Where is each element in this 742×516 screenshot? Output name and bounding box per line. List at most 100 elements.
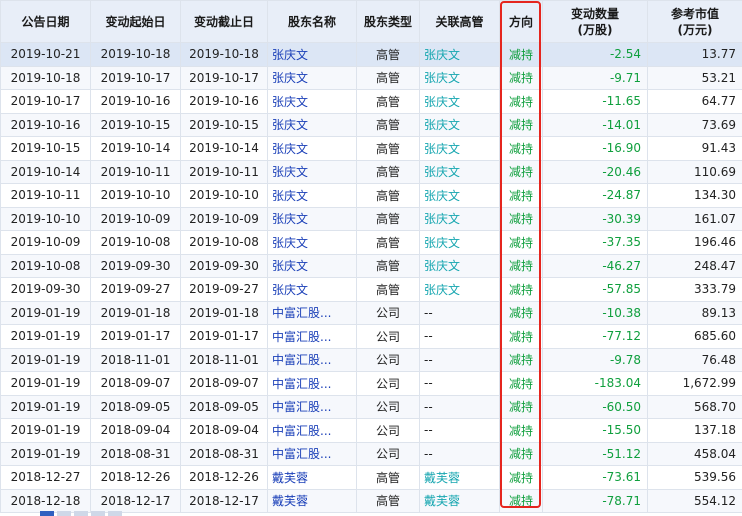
cell-related-exec[interactable]: 戴芙蓉 <box>419 465 500 490</box>
cell-announce-date: 2019-10-08 <box>0 253 91 278</box>
cell-holder-name-link[interactable]: 戴芙蓉 <box>267 465 357 490</box>
cell-related-exec[interactable]: 张庆文 <box>419 206 500 231</box>
header-change-qty-label: 变动数量 <box>570 6 619 21</box>
cell-holder-name-link[interactable]: 戴芙蓉 <box>267 488 357 513</box>
cell-related-exec[interactable]: 张庆文 <box>419 65 500 90</box>
cell-change-qty: -24.87 <box>542 183 648 208</box>
table-row[interactable]: 2019-01-19 2018-09-04 2018-09-04 中富汇股... 公司 -… <box>0 418 742 443</box>
cell-end-date: 2018-11-01 <box>180 347 268 372</box>
table-row[interactable]: 2019-10-08 2019-09-30 2019-09-30 张庆文 高管 张庆文 减持… <box>0 253 742 278</box>
table-row[interactable]: 2019-10-14 2019-10-11 2019-10-11 张庆文 高管 张庆文 减持… <box>0 159 742 184</box>
table-row[interactable]: 2018-12-27 2018-12-26 2018-12-26 戴芙蓉 高管 戴芙蓉 减持… <box>0 465 742 490</box>
cell-holder-name-link[interactable]: 张庆文 <box>267 42 357 67</box>
header-end-date[interactable]: 变动截止日 <box>180 0 268 43</box>
cell-start-date: 2019-10-15 <box>90 112 181 137</box>
cell-change-qty: -60.50 <box>542 394 648 419</box>
cell-holder-name-link[interactable]: 张庆文 <box>267 277 357 302</box>
cell-holder-name-link[interactable]: 中富汇股... <box>267 371 357 396</box>
cell-holder-name-link[interactable]: 中富汇股... <box>267 324 357 349</box>
cell-related-exec[interactable]: 张庆文 <box>419 89 500 114</box>
table-row[interactable]: 2019-10-11 2019-10-10 2019-10-10 张庆文 高管 张庆文 减持… <box>0 183 742 208</box>
table-row[interactable]: 2019-10-10 2019-10-09 2019-10-09 张庆文 高管 张庆文 减持… <box>0 206 742 231</box>
cell-direction: 减持 <box>499 183 543 208</box>
cell-direction: 减持 <box>499 371 543 396</box>
cell-direction: 减持 <box>499 206 543 231</box>
cell-related-exec[interactable]: 张庆文 <box>419 277 500 302</box>
cell-related-exec[interactable]: 张庆文 <box>419 42 500 67</box>
table-row[interactable]: 2018-12-18 2018-12-17 2018-12-17 戴芙蓉 高管 戴芙蓉 减持… <box>0 488 742 513</box>
header-announce-date[interactable]: 公告日期 <box>0 0 91 43</box>
header-holder-type[interactable]: 股东类型 <box>356 0 420 43</box>
table-row[interactable]: 2019-10-16 2019-10-15 2019-10-15 张庆文 高管 张庆文 减持… <box>0 112 742 137</box>
table-row[interactable]: 2019-01-19 2019-01-18 2019-01-18 中富汇股... 公司 -… <box>0 300 742 325</box>
cell-ref-value: 458.04 <box>647 441 742 466</box>
header-direction[interactable]: 方向 <box>499 0 543 43</box>
table-row[interactable]: 2019-10-18 2019-10-17 2019-10-17 张庆文 高管 张庆文 减持… <box>0 65 742 90</box>
table-row[interactable]: 2019-10-15 2019-10-14 2019-10-14 张庆文 高管 张庆文 减持… <box>0 136 742 161</box>
cell-holder-name-link[interactable]: 中富汇股... <box>267 300 357 325</box>
cell-related-exec[interactable]: 张庆文 <box>419 136 500 161</box>
cell-start-date: 2019-09-30 <box>90 253 181 278</box>
page-button[interactable] <box>57 511 71 516</box>
table-row[interactable]: 2019-01-19 2018-09-07 2018-09-07 中富汇股... 公司 -… <box>0 371 742 396</box>
cell-related-exec[interactable]: 张庆文 <box>419 253 500 278</box>
table-row[interactable]: 2019-01-19 2018-08-31 2018-08-31 中富汇股... 公司 -… <box>0 441 742 466</box>
cell-start-date: 2019-10-09 <box>90 206 181 231</box>
cell-related-exec[interactable]: 张庆文 <box>419 112 500 137</box>
cell-holder-name-link[interactable]: 中富汇股... <box>267 441 357 466</box>
cell-holder-name-link[interactable]: 中富汇股... <box>267 418 357 443</box>
cell-holder-name-link[interactable]: 张庆文 <box>267 206 357 231</box>
page-button[interactable] <box>74 511 88 516</box>
header-related-exec[interactable]: 关联高管 <box>419 0 500 43</box>
header-start-date[interactable]: 变动起始日 <box>90 0 181 43</box>
cell-holder-name-link[interactable]: 中富汇股... <box>267 347 357 372</box>
cell-holder-name-link[interactable]: 中富汇股... <box>267 394 357 419</box>
cell-holder-name-link[interactable]: 张庆文 <box>267 230 357 255</box>
cell-holder-name-link[interactable]: 张庆文 <box>267 89 357 114</box>
cell-holder-type: 公司 <box>356 324 420 349</box>
cell-end-date: 2019-10-16 <box>180 89 268 114</box>
cell-direction: 减持 <box>499 65 543 90</box>
cell-holder-name-link[interactable]: 张庆文 <box>267 253 357 278</box>
cell-holder-type: 高管 <box>356 42 420 67</box>
header-holder-name[interactable]: 股东名称 <box>267 0 357 43</box>
cell-related-exec[interactable]: 张庆文 <box>419 159 500 184</box>
cell-announce-date: 2019-10-17 <box>0 89 91 114</box>
page-button[interactable] <box>40 511 54 516</box>
cell-ref-value: 73.69 <box>647 112 742 137</box>
table-row[interactable]: 2019-10-21 2019-10-18 2019-10-18 张庆文 高管 张庆文 减持… <box>0 42 742 67</box>
pagination <box>40 511 122 516</box>
cell-ref-value: 13.77 <box>647 42 742 67</box>
cell-holder-name-link[interactable]: 张庆文 <box>267 136 357 161</box>
cell-ref-value: 137.18 <box>647 418 742 443</box>
cell-holder-name-link[interactable]: 张庆文 <box>267 112 357 137</box>
cell-announce-date: 2019-10-21 <box>0 42 91 67</box>
table-row[interactable]: 2019-01-19 2018-11-01 2018-11-01 中富汇股... 公司 -… <box>0 347 742 372</box>
table-row[interactable]: 2019-09-30 2019-09-27 2019-09-27 张庆文 高管 张庆文 减持… <box>0 277 742 302</box>
cell-holder-type: 高管 <box>356 65 420 90</box>
cell-end-date: 2018-09-04 <box>180 418 268 443</box>
cell-related-exec[interactable]: 张庆文 <box>419 183 500 208</box>
cell-start-date: 2019-10-16 <box>90 89 181 114</box>
cell-direction: 减持 <box>499 253 543 278</box>
table-row[interactable]: 2019-10-09 2019-10-08 2019-10-08 张庆文 高管 张庆文 减持… <box>0 230 742 255</box>
cell-holder-type: 公司 <box>356 347 420 372</box>
cell-related-exec[interactable]: 戴芙蓉 <box>419 488 500 513</box>
cell-end-date: 2019-10-17 <box>180 65 268 90</box>
cell-holder-type: 高管 <box>356 136 420 161</box>
table-row[interactable]: 2019-01-19 2018-09-05 2018-09-05 中富汇股... 公司 -… <box>0 394 742 419</box>
table-row[interactable]: 2019-01-19 2019-01-17 2019-01-17 中富汇股... 公司 -… <box>0 324 742 349</box>
cell-holder-name-link[interactable]: 张庆文 <box>267 159 357 184</box>
cell-holder-name-link[interactable]: 张庆文 <box>267 183 357 208</box>
cell-direction: 减持 <box>499 347 543 372</box>
header-ref-value[interactable]: 参考市值 (万元) <box>647 0 742 43</box>
header-change-qty[interactable]: 变动数量 (万股) <box>542 0 648 43</box>
cell-ref-value: 64.77 <box>647 89 742 114</box>
table-row[interactable]: 2019-10-17 2019-10-16 2019-10-16 张庆文 高管 张庆文 减持… <box>0 89 742 114</box>
page-button[interactable] <box>91 511 105 516</box>
cell-related-exec[interactable]: 张庆文 <box>419 230 500 255</box>
page-button[interactable] <box>108 511 122 516</box>
cell-change-qty: -2.54 <box>542 42 648 67</box>
cell-holder-name-link[interactable]: 张庆文 <box>267 65 357 90</box>
cell-direction: 减持 <box>499 418 543 443</box>
